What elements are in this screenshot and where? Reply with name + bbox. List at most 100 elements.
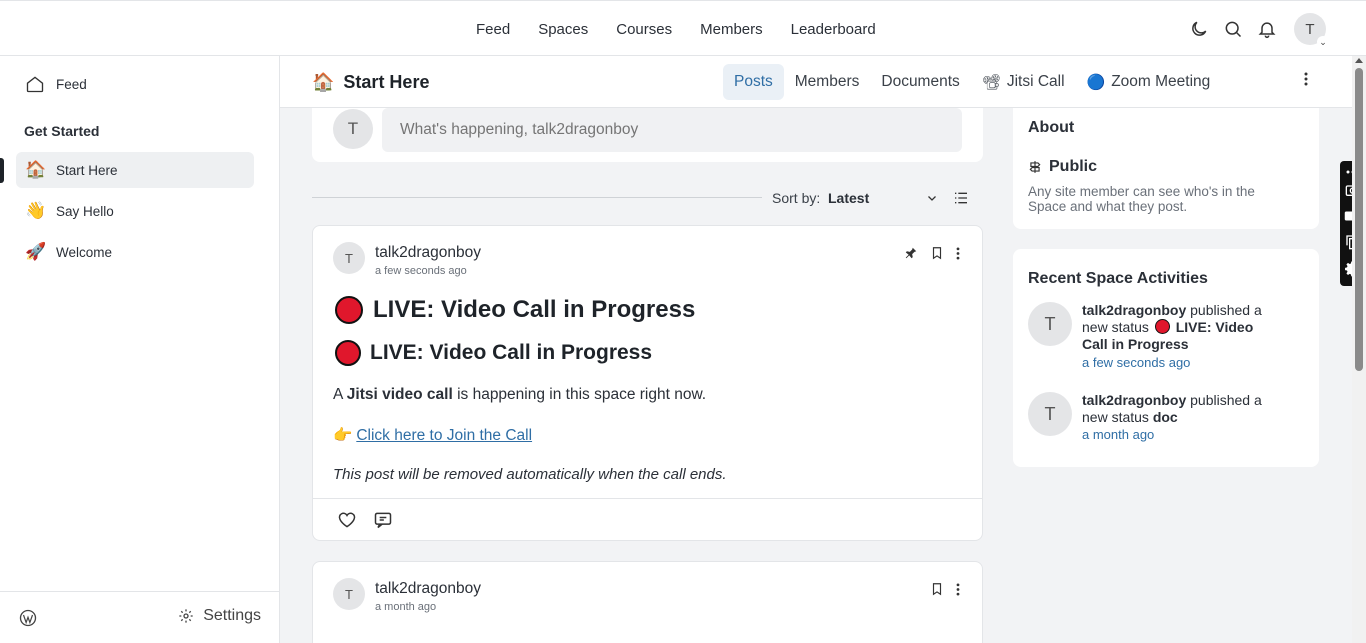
avatar: T xyxy=(333,109,373,149)
tab-posts[interactable]: Posts xyxy=(723,64,784,100)
sidebar-item-feed[interactable]: Feed xyxy=(16,66,254,102)
post-footer xyxy=(313,498,982,540)
tab-label: Members xyxy=(794,73,860,90)
scroll-up-arrow-icon[interactable] xyxy=(1355,58,1363,63)
post-time[interactable]: a few seconds ago xyxy=(375,265,467,277)
sidebar-group-heading: Get Started xyxy=(24,123,100,139)
avatar-initial: T xyxy=(345,250,353,266)
wordpress-icon[interactable] xyxy=(19,609,37,632)
tab-label: Zoom Meeting xyxy=(1111,73,1211,90)
join-call-row: 👉 Click here to Join the Call xyxy=(333,426,532,445)
bookmark-icon[interactable] xyxy=(930,582,944,596)
post-composer: T xyxy=(312,108,983,162)
red-circle-icon xyxy=(335,340,361,366)
post-card: T talk2dragonboy a few seconds ago LIVE:… xyxy=(312,225,983,541)
post-note: This post will be removed automatically … xyxy=(333,466,727,483)
blue-circle-icon: 🔵 xyxy=(1086,74,1106,91)
post-author[interactable]: talk2dragonboy xyxy=(375,244,481,262)
nav-courses[interactable]: Courses xyxy=(616,21,672,38)
avatar[interactable]: T xyxy=(333,242,365,274)
video-projector-icon: 📽 xyxy=(981,74,1001,91)
settings-button[interactable]: Settings xyxy=(178,607,261,625)
more-options-icon[interactable] xyxy=(956,582,960,596)
nav-members[interactable]: Members xyxy=(700,21,763,38)
join-call-link[interactable]: Click here to Join the Call xyxy=(356,427,532,445)
space-tabs: Posts Members Documents 📽 Jitsi Call 🔵 Zoo… xyxy=(723,64,1221,100)
avatar[interactable]: T xyxy=(333,578,365,610)
sidebar-item-start-here[interactable]: 🏠 Start Here xyxy=(16,152,254,188)
home-icon xyxy=(25,74,47,94)
post-author[interactable]: talk2dragonboy xyxy=(375,580,481,598)
tab-members[interactable]: Members xyxy=(784,64,871,100)
gear-icon xyxy=(179,609,193,623)
red-circle-icon xyxy=(1154,319,1170,334)
house-emoji-icon: 🏠 xyxy=(312,72,335,92)
more-options-icon[interactable] xyxy=(1304,72,1308,91)
active-indicator xyxy=(0,158,4,183)
sidebar-item-label: Feed xyxy=(56,76,87,92)
post-actions xyxy=(918,582,960,596)
bookmark-icon[interactable] xyxy=(930,246,944,260)
tab-jitsi-call[interactable]: 📽 Jitsi Call xyxy=(971,64,1076,100)
activity-text: talk2dragonboy published a new status do… xyxy=(1082,392,1282,426)
avatar-initial: T xyxy=(347,119,359,138)
sidebar-item-welcome[interactable]: 🚀 Welcome xyxy=(16,234,254,270)
top-navbar: Feed Spaces Courses Members Leaderboard … xyxy=(0,0,1366,56)
post-actions xyxy=(892,246,960,260)
post-heading-1: LIVE: Video Call in Progress xyxy=(335,296,695,324)
avatar-initial: T xyxy=(1044,403,1056,424)
list-view-icon[interactable] xyxy=(953,190,969,211)
activity-subject[interactable]: doc xyxy=(1153,409,1178,425)
chevron-down-icon[interactable] xyxy=(926,191,938,209)
sidebar-item-label: Start Here xyxy=(56,162,118,178)
dark-mode-moon-icon[interactable] xyxy=(1187,17,1211,41)
avatar[interactable]: T xyxy=(1028,392,1072,436)
text-part: is happening in this space right now. xyxy=(452,386,707,403)
more-options-icon[interactable] xyxy=(956,246,960,260)
scrollbar-thumb[interactable] xyxy=(1355,68,1363,371)
tab-label: Jitsi Call xyxy=(1006,73,1065,90)
user-avatar-menu[interactable]: T ⌄ xyxy=(1294,13,1329,48)
tab-zoom-meeting[interactable]: 🔵 Zoom Meeting xyxy=(1076,64,1222,100)
avatar-initial: T xyxy=(1044,313,1056,334)
about-panel: About Public Any site member can see who… xyxy=(1013,108,1319,229)
nav-feed[interactable]: Feed xyxy=(476,21,510,38)
activity-time[interactable]: a few seconds ago xyxy=(1082,355,1190,370)
space-title: 🏠 Start Here xyxy=(312,72,429,93)
tab-documents[interactable]: Documents xyxy=(870,64,970,100)
left-sidebar: Feed Get Started 🏠 Start Here 👋 Say Hell… xyxy=(0,56,280,643)
rocket-emoji-icon: 🚀 xyxy=(25,242,47,261)
top-actions: T ⌄ xyxy=(1182,1,1329,57)
avatar-initial: T xyxy=(1305,20,1315,38)
sidebar-item-say-hello[interactable]: 👋 Say Hello xyxy=(16,193,254,229)
settings-label: Settings xyxy=(203,607,261,624)
activity-author[interactable]: talk2dragonboy xyxy=(1082,392,1186,408)
notifications-bell-icon[interactable] xyxy=(1255,17,1279,41)
search-icon[interactable] xyxy=(1221,17,1245,41)
avatar[interactable]: T xyxy=(1028,302,1072,346)
text-bold: Jitsi video call xyxy=(346,386,453,403)
post-heading-2: LIVE: Video Call in Progress xyxy=(335,340,652,366)
privacy-label: Public xyxy=(1049,158,1098,175)
privacy-status: Public xyxy=(1028,158,1097,176)
status-input[interactable] xyxy=(382,108,962,152)
space-title-text: Start Here xyxy=(343,72,430,92)
post-time[interactable]: a month ago xyxy=(375,601,436,613)
nav-spaces[interactable]: Spaces xyxy=(538,21,588,38)
activity-author[interactable]: talk2dragonboy xyxy=(1082,302,1186,318)
activity-text: talk2dragonboy published a new status LI… xyxy=(1082,302,1282,353)
about-description: Any site member can see who's in the Spa… xyxy=(1028,184,1255,214)
activity-time[interactable]: a month ago xyxy=(1082,427,1154,442)
sort-select[interactable]: Latest xyxy=(828,190,869,206)
house-emoji-icon: 🏠 xyxy=(25,160,47,179)
pin-icon[interactable] xyxy=(904,246,918,260)
red-circle-icon xyxy=(335,296,363,324)
signpost-icon xyxy=(1029,161,1041,173)
comment-icon[interactable] xyxy=(373,510,393,535)
nav-leaderboard[interactable]: Leaderboard xyxy=(791,21,876,38)
heading-text: LIVE: Video Call in Progress xyxy=(373,296,696,323)
heart-icon[interactable] xyxy=(337,510,357,535)
chevron-down-icon: ⌄ xyxy=(1317,36,1329,48)
recent-title: Recent Space Activities xyxy=(1028,270,1208,287)
divider xyxy=(312,197,762,198)
